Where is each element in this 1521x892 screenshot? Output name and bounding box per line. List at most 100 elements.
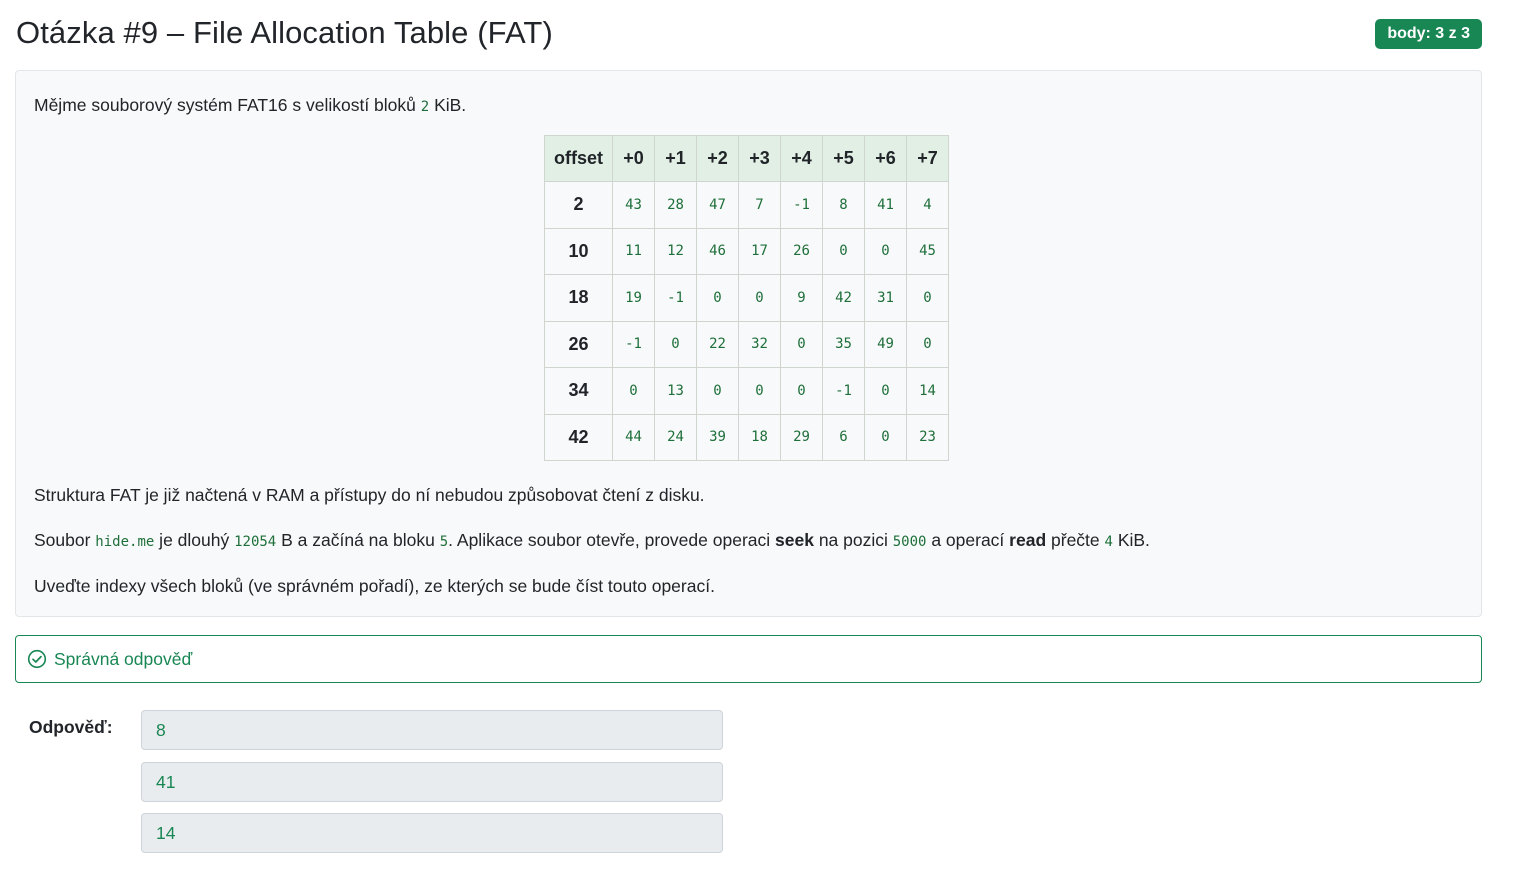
fat-row: 2 43 28 47 7 -1 8 41 4: [544, 181, 949, 229]
fat-row: 10 11 12 46 17 26 0 0 45: [544, 227, 949, 275]
fat-cell: 0: [906, 274, 949, 322]
fat-row: 42 44 24 39 18 29 6 0 23: [544, 413, 949, 461]
fat-row-offset: 34: [544, 367, 613, 415]
block-size-value: 2: [420, 99, 430, 115]
seek-op: seek: [775, 530, 814, 550]
fat-cell: 9: [780, 274, 823, 322]
intro-after: KiB.: [429, 95, 467, 115]
fat-cell: 23: [906, 413, 949, 461]
fat-cell: 13: [654, 367, 697, 415]
fat-cell: 0: [612, 367, 655, 415]
file-name: hide.me: [95, 534, 155, 550]
fat-row: 34 0 13 0 0 0 -1 0 14: [544, 367, 949, 415]
fat-header-col: +1: [654, 135, 697, 182]
fat-header-col: +2: [696, 135, 739, 182]
fat-header-col: +4: [780, 135, 823, 182]
fat-cell: 42: [822, 274, 865, 322]
fat-header-col: +3: [738, 135, 781, 182]
fat-row-offset: 18: [544, 274, 613, 322]
file-text-1: Soubor: [34, 530, 96, 550]
fat-cell: 0: [696, 367, 739, 415]
file-size: 12054: [234, 534, 277, 550]
fat-header-col: +5: [822, 135, 865, 182]
file-text-6: a operací: [926, 530, 1010, 550]
correct-answer-feedback: Správná odpověď: [15, 635, 1482, 683]
file-text-3: B a začíná na bloku: [276, 530, 440, 550]
start-block: 5: [439, 534, 449, 550]
file-text-8: KiB.: [1112, 530, 1150, 550]
fat-cell: -1: [780, 181, 823, 229]
fat-cell: 0: [738, 367, 781, 415]
fat-cell: -1: [612, 320, 655, 368]
fat-row-offset: 2: [544, 181, 613, 229]
fat-cell: 4: [906, 181, 949, 229]
intro-before: Mějme souborový systém FAT16 s velikostí…: [34, 95, 421, 115]
fat-cell: 22: [696, 320, 739, 368]
fat-cell: 39: [696, 413, 739, 461]
file-text-2: je dlouhý: [154, 530, 235, 550]
fat-cell: 19: [612, 274, 655, 322]
fat-cell: 0: [864, 227, 907, 275]
fat-header-col: +0: [612, 135, 655, 182]
fat-cell: 41: [864, 181, 907, 229]
fat-cell: -1: [654, 274, 697, 322]
fat-cell: -1: [822, 367, 865, 415]
fat-cell: 44: [612, 413, 655, 461]
fat-header-col: +6: [864, 135, 907, 182]
fat-cell: 7: [738, 181, 781, 229]
question-panel: Otázka #9 – File Allocation Table (FAT) …: [15, 0, 1482, 853]
fat-cell: 0: [906, 320, 949, 368]
fat-cell: 29: [780, 413, 823, 461]
instruction-text: Uveďte indexy všech bloků (ve správném p…: [34, 576, 715, 596]
fat-cell: 0: [822, 227, 865, 275]
answer-label: Odpověď:: [29, 717, 113, 737]
fat-cell: 26: [780, 227, 823, 275]
fat-cell: 24: [654, 413, 697, 461]
intro-text: Mějme souborový systém FAT16 s velikostí…: [34, 94, 466, 118]
fat-cell: 0: [864, 367, 907, 415]
fat-cell: 28: [654, 181, 697, 229]
fat-cell: 32: [738, 320, 781, 368]
question-card: Mějme souborový systém FAT16 s velikostí…: [15, 70, 1482, 617]
question-header: Otázka #9 – File Allocation Table (FAT) …: [15, 0, 1482, 70]
fat-cell: 6: [822, 413, 865, 461]
fat-row: 18 19 -1 0 0 9 42 31 0: [544, 274, 949, 322]
score-badge: body: 3 z 3: [1375, 19, 1482, 49]
fat-cell: 0: [780, 367, 823, 415]
answer-field-1[interactable]: 8: [141, 710, 723, 750]
fat-row-offset: 26: [544, 320, 613, 368]
fat-cell: 35: [822, 320, 865, 368]
fat-header-col: +7: [906, 135, 949, 182]
answer-field-3[interactable]: 14: [141, 813, 723, 853]
read-op: read: [1009, 530, 1047, 550]
fat-cell: 0: [654, 320, 697, 368]
fat-table-body: 2 43 28 47 7 -1 8 41 4 10 11 12 46 17 26 0 0 45 18 19 -1 0 0 9 4…: [544, 181, 949, 461]
fat-cell: 46: [696, 227, 739, 275]
fat-cell: 17: [738, 227, 781, 275]
fat-cell: 14: [906, 367, 949, 415]
fat-cell: 49: [864, 320, 907, 368]
question-title: Otázka #9 – File Allocation Table (FAT): [16, 15, 553, 50]
fat-cell: 8: [822, 181, 865, 229]
fat-table-header: offset +0 +1 +2 +3 +4 +5 +6 +7: [544, 135, 949, 182]
fat-cell: 18: [738, 413, 781, 461]
fat-cell: 0: [738, 274, 781, 322]
answer-field-2[interactable]: 41: [141, 762, 723, 802]
file-description: Soubor hide.me je dlouhý 12054 B a začín…: [34, 529, 1150, 553]
seek-position: 5000: [892, 534, 927, 550]
fat-note-text: Struktura FAT je již načtená v RAM a pří…: [34, 485, 705, 505]
fat-header-offset: offset: [544, 135, 613, 182]
feedback-text: Správná odpověď: [54, 648, 193, 669]
fat-cell: 43: [612, 181, 655, 229]
fat-cell: 0: [696, 274, 739, 322]
file-text-7: přečte: [1046, 530, 1105, 550]
read-size: 4: [1104, 534, 1113, 550]
fat-row-offset: 10: [544, 227, 613, 275]
fat-cell: 0: [864, 413, 907, 461]
check-circle-icon: [27, 649, 47, 669]
fat-cell: 45: [906, 227, 949, 275]
fat-cell: 47: [696, 181, 739, 229]
fat-cell: 12: [654, 227, 697, 275]
fat-table: offset +0 +1 +2 +3 +4 +5 +6 +7 2 43 28 47 7 -1 8 41 4 10 1…: [544, 135, 949, 461]
fat-row-offset: 42: [544, 413, 613, 461]
